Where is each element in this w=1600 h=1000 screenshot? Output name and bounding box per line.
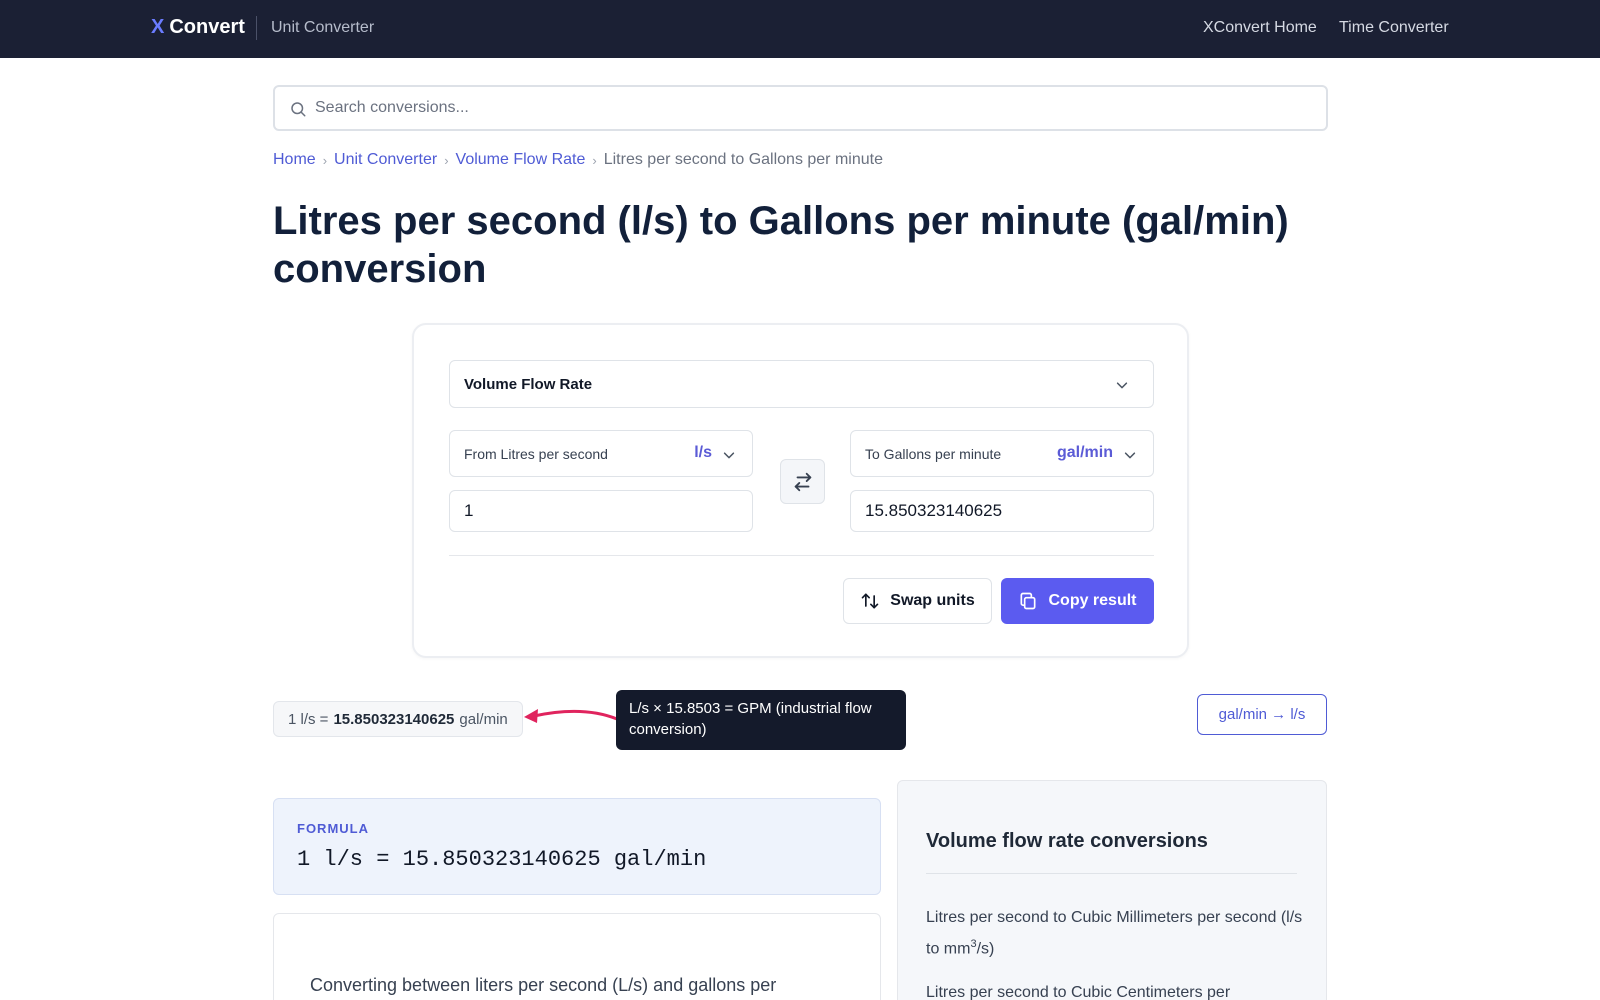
to-value-output[interactable] <box>850 490 1154 532</box>
copy-result-label: Copy result <box>1048 592 1137 609</box>
breadcrumb: Home › Unit Converter › Volume Flow Rate… <box>273 151 883 169</box>
nav-link-time-converter[interactable]: Time Converter <box>1339 19 1449 37</box>
swap-units-button[interactable]: Swap units <box>843 578 992 624</box>
breadcrumb-separator-icon: › <box>444 152 449 168</box>
formula-text: 1 l/s = 15.850323140625 gal/min <box>297 847 707 872</box>
from-unit-abbr: l/s <box>694 444 712 461</box>
to-unit-label: To Gallons per minute <box>865 446 1002 462</box>
from-unit-label: From Litres per second <box>464 446 608 462</box>
breadcrumb-volume-flow-rate[interactable]: Volume Flow Rate <box>456 151 586 169</box>
from-unit-select[interactable]: From Litres per second l/s <box>449 430 753 477</box>
brand-name: Convert <box>169 16 245 38</box>
reverse-conversion-button[interactable]: gal/min → l/s <box>1197 694 1327 735</box>
sidebar-link-suffix: /s) <box>976 940 995 958</box>
to-unit-abbr: gal/min <box>1056 444 1113 461</box>
breadcrumb-current: Litres per second to Gallons per minute <box>603 151 883 168</box>
related-conversions-sidebar: Volume flow rate conversions Litres per … <box>897 780 1327 1000</box>
swap-direction-button[interactable] <box>780 459 825 504</box>
formula-label: FORMULA <box>297 821 369 836</box>
brand-subtitle: Unit Converter <box>271 19 375 36</box>
page-title: Litres per second (l/s) to Gallons per m… <box>273 199 1289 291</box>
annotation-tooltip: L/s × 15.8503 = GPM (industrial flow con… <box>616 690 906 750</box>
sidebar-link-cubic-millimeters[interactable]: Litres per second to Cubic Millimeters p… <box>926 905 1306 962</box>
category-select-value: Volume Flow Rate <box>464 376 593 393</box>
from-value-input[interactable] <box>449 490 753 532</box>
description-box: Converting between liters per second (L/… <box>273 913 881 1000</box>
search-input[interactable] <box>315 87 1305 129</box>
annotation-arrow-icon <box>524 709 618 723</box>
result-summary: 1 l/s = 15.850323140625 gal/min <box>273 701 523 737</box>
brand-divider <box>256 16 257 40</box>
breadcrumb-home[interactable]: Home <box>273 151 316 169</box>
swap-arrows-icon <box>794 472 811 491</box>
formula-box: FORMULA 1 l/s = 15.850323140625 gal/min <box>273 798 881 895</box>
category-select[interactable]: Volume Flow Rate <box>449 360 1154 408</box>
description-text: Converting between liters per second (L/… <box>310 975 777 995</box>
to-unit-select[interactable]: To Gallons per minute gal/min <box>850 430 1154 477</box>
sidebar-title: Volume flow rate conversions <box>926 830 1208 852</box>
breadcrumb-unit-converter[interactable]: Unit Converter <box>334 151 437 169</box>
brand-logo[interactable]: X Convert <box>151 16 245 39</box>
brand-x: X <box>151 16 165 38</box>
nav-link-xconvert-home[interactable]: XConvert Home <box>1203 19 1317 37</box>
chevron-down-icon <box>1116 382 1128 389</box>
result-value: 15.850323140625 <box>333 710 455 728</box>
chevron-down-icon <box>723 452 735 459</box>
result-suffix: gal/min <box>459 710 508 728</box>
top-navbar: X Convert Unit Converter XConvert Home T… <box>0 0 1600 58</box>
result-prefix: 1 l/s = <box>288 710 329 728</box>
search-bar <box>273 85 1328 131</box>
sidebar-divider <box>926 873 1297 874</box>
breadcrumb-separator-icon: › <box>592 152 597 168</box>
converter-card: Volume Flow Rate From Litres per second … <box>412 323 1189 658</box>
search-icon <box>291 102 306 117</box>
copy-result-button[interactable]: Copy result <box>1001 578 1154 624</box>
sidebar-link-cubic-centimeters[interactable]: Litres per second to Cubic Centimeters p… <box>926 980 1306 1000</box>
card-divider <box>449 555 1154 556</box>
breadcrumb-separator-icon: › <box>322 152 328 168</box>
swap-units-label: Swap units <box>890 592 975 609</box>
chevron-down-icon <box>1124 452 1136 459</box>
copy-icon <box>1020 592 1036 610</box>
swap-vertical-icon <box>861 593 879 609</box>
